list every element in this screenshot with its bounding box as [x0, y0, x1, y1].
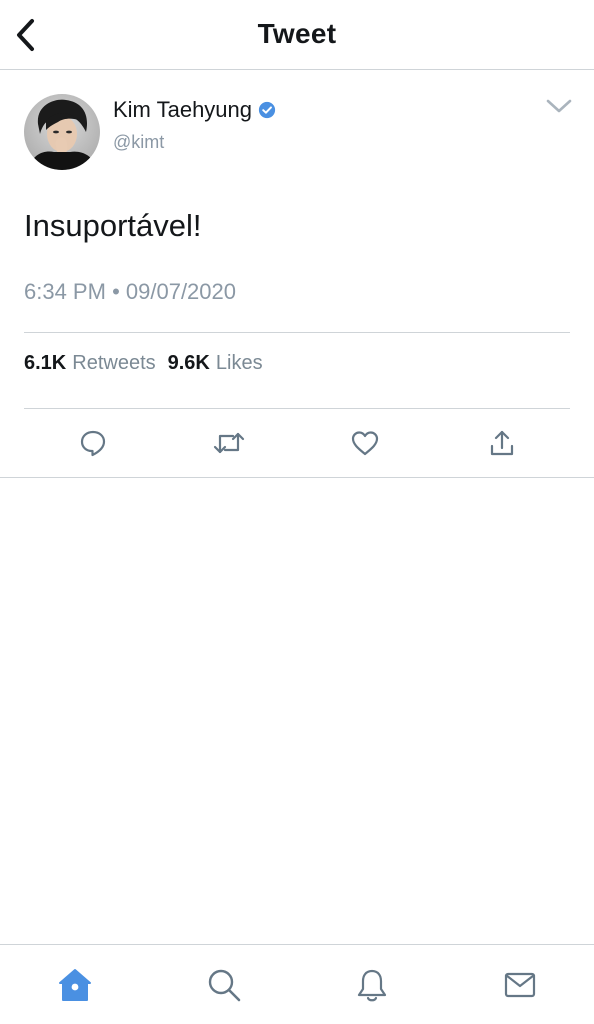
avatar-photo: [24, 94, 100, 170]
display-name: Kim Taehyung: [113, 97, 253, 122]
likes-stat[interactable]: 9.6K Likes: [168, 352, 263, 375]
notifications-icon: [357, 969, 387, 1002]
divider: [24, 408, 570, 409]
tweet-time: 6:34 PM: [24, 279, 106, 304]
like-button[interactable]: [344, 422, 386, 464]
tweet-text: Insuportável!: [24, 208, 202, 243]
reply-icon: [80, 430, 106, 457]
top-nav-bar: Tweet: [0, 0, 594, 70]
bottom-tab-bar: [0, 944, 594, 1024]
retweets-count: 6.1K: [24, 352, 67, 374]
likes-count: 9.6K: [167, 352, 210, 374]
home-icon: [59, 969, 91, 1001]
tab-notifications[interactable]: [350, 963, 394, 1007]
tweet-actions: [0, 422, 594, 464]
avatar[interactable]: [24, 94, 100, 170]
tweet-timestamp: 6:34 PM • 09/07/2020: [24, 279, 236, 305]
tweet-date: 09/07/2020: [125, 279, 236, 304]
page-title: Tweet: [257, 18, 337, 49]
retweets-stat[interactable]: 6.1K Retweets: [24, 352, 156, 375]
divider: [24, 332, 570, 333]
author-name[interactable]: Kim Taehyung: [113, 97, 276, 123]
likes-label: Likes: [215, 352, 263, 374]
messages-icon: [504, 972, 536, 998]
like-icon: [351, 431, 379, 456]
tweet-stats: 6.1K Retweets 9.6K Likes: [24, 352, 275, 375]
retweets-label: Retweets: [72, 352, 156, 374]
share-button[interactable]: [481, 422, 523, 464]
chevron-down-icon: [546, 99, 572, 113]
reply-button[interactable]: [72, 422, 114, 464]
search-icon: [208, 969, 241, 1002]
tweet-detail: Kim Taehyung @kimt Insuportável! 6:34 PM…: [0, 70, 594, 478]
username-handle[interactable]: @kimt: [113, 132, 164, 153]
retweet-icon: [213, 432, 245, 454]
tab-messages[interactable]: [498, 963, 542, 1007]
tab-home[interactable]: [53, 963, 97, 1007]
verified-badge-icon: [258, 101, 276, 119]
meta-separator: •: [112, 279, 120, 304]
tweet-options-button[interactable]: [544, 96, 574, 118]
retweet-button[interactable]: [208, 422, 250, 464]
tab-search[interactable]: [202, 963, 246, 1007]
share-icon: [490, 430, 514, 456]
